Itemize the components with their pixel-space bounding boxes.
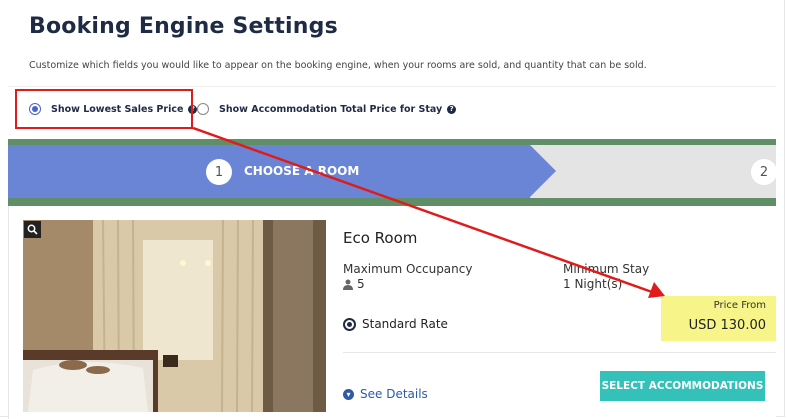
max-occupancy-label: Maximum Occupancy <box>343 262 473 276</box>
max-occupancy-value: 5 <box>343 277 365 291</box>
room-name: Eco Room <box>343 229 418 247</box>
settings-panel: Booking Engine Settings Customize which … <box>0 0 785 419</box>
price-value: USD 130.00 <box>688 318 766 333</box>
see-details-link[interactable]: ▾ See Details <box>343 387 428 401</box>
radio-button[interactable] <box>197 103 209 115</box>
occupancy-number: 5 <box>357 277 365 291</box>
room-photo[interactable] <box>23 220 326 412</box>
preview-step-border <box>8 198 776 206</box>
room-photo-image <box>23 220 326 412</box>
magnifier-icon[interactable] <box>24 221 41 238</box>
step-arrow <box>530 145 556 197</box>
option-show-accommodation-total-price[interactable]: Show Accommodation Total Price for Stay … <box>197 103 457 115</box>
select-accommodations-button[interactable]: SELECT ACCOMMODATIONS <box>600 371 765 401</box>
see-details-label: See Details <box>360 387 428 401</box>
step-number-1: 1 <box>206 159 232 185</box>
chevron-down-icon: ▾ <box>343 388 354 400</box>
price-from-label: Price From <box>713 300 766 311</box>
divider <box>8 86 776 87</box>
booking-engine-preview: 1 CHOOSE A ROOM 2 Eco Room Maximum Occup… <box>8 139 776 419</box>
rate-label: Standard Rate <box>362 317 448 331</box>
step-label-choose-room: CHOOSE A ROOM <box>244 164 360 178</box>
person-icon <box>343 279 353 290</box>
page-description: Customize which fields you would like to… <box>29 60 647 71</box>
question-circle-icon[interactable]: ? <box>447 104 457 114</box>
step-progress-bar: 1 CHOOSE A ROOM 2 <box>8 145 776 198</box>
rate-option[interactable]: Standard Rate <box>343 317 448 331</box>
option-label: Show Accommodation Total Price for Stay <box>219 103 443 115</box>
rate-radio-selected[interactable] <box>343 317 356 331</box>
price-box: Price From USD 130.00 <box>661 296 776 341</box>
min-stay-label: Minimum Stay <box>563 262 650 276</box>
room-card: Eco Room Maximum Occupancy 5 Minimum Sta… <box>8 206 776 419</box>
page-title: Booking Engine Settings <box>29 14 338 39</box>
annotation-highlight-box <box>15 89 193 129</box>
card-divider <box>343 352 776 353</box>
min-stay-value: 1 Night(s) <box>563 277 623 291</box>
step-number-2: 2 <box>751 159 776 185</box>
